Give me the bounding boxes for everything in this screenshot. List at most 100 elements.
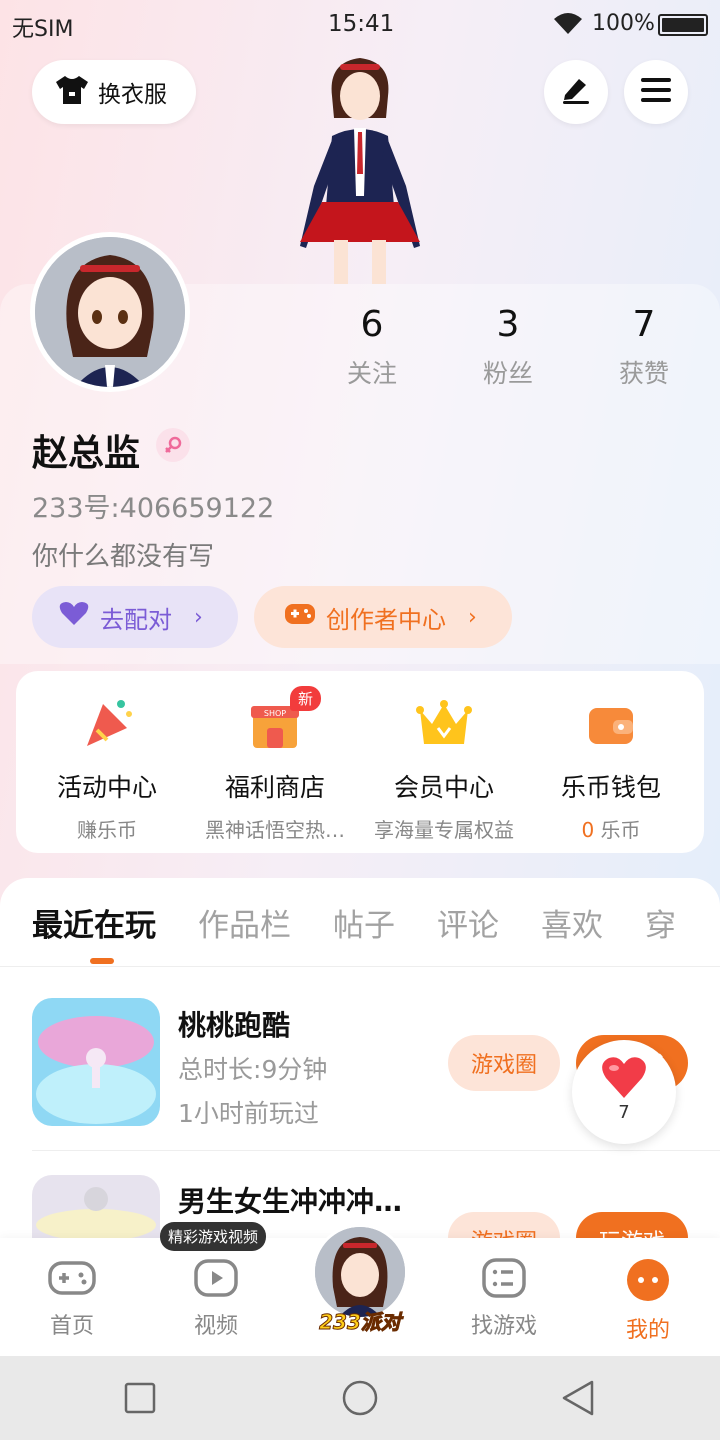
nav-label: 视频 (193, 1314, 238, 1339)
clock: 15:41 (328, 11, 395, 37)
party-icon (22, 690, 192, 754)
back-icon[interactable] (560, 1380, 596, 1420)
crown-icon (359, 690, 529, 754)
tab-posts[interactable]: 帖子 (333, 900, 395, 945)
duration-value: 9分钟 (261, 1055, 328, 1084)
service-subtitle: 0 乐币 (526, 814, 696, 843)
service-subtitle: 黑神话悟空热… (205, 818, 345, 842)
tab-works[interactable]: 作品栏 (198, 900, 291, 945)
female-icon (156, 428, 190, 462)
uid-label: 233号: (32, 493, 120, 524)
user-bio: 你什么都没有写 (32, 542, 215, 572)
gamepad-icon (284, 601, 316, 633)
chevron-right-icon: › (194, 604, 203, 630)
shop-icon: SHOP 新 (190, 686, 360, 754)
service-coin-wallet[interactable]: 乐币钱包 0 乐币 (526, 690, 696, 843)
menu-icon (640, 76, 672, 108)
divider (0, 966, 720, 967)
play-game-label: 玩游戏 (599, 1224, 665, 1238)
video-icon (166, 1258, 266, 1302)
me-icon (598, 1258, 698, 1306)
like-count: 7 (618, 1102, 630, 1123)
creator-center-label: 创作者中心 (326, 605, 446, 634)
carrier-label: 无SIM (12, 17, 74, 42)
likes-label: 获赞 (618, 359, 669, 388)
nav-find-games[interactable]: 找游戏 (454, 1258, 554, 1340)
avatar[interactable] (30, 232, 190, 392)
tab-outfits[interactable]: 穿 (645, 900, 676, 945)
change-outfit-button[interactable]: 换衣服 (32, 60, 196, 124)
game-duration: 总时长:9分钟 (178, 1050, 327, 1086)
battery-percent: 100% (592, 11, 655, 36)
edit-button[interactable] (544, 60, 608, 124)
edit-icon (559, 75, 593, 109)
wifi-icon (552, 10, 584, 42)
fans-label: 粉丝 (482, 359, 533, 388)
svg-text:SHOP: SHOP (264, 709, 286, 718)
tshirt-icon (54, 74, 90, 110)
chevron-right-icon: › (468, 604, 477, 630)
party-logo-label[interactable]: 233派对 (312, 1306, 408, 1335)
coin-balance: 0 (581, 818, 595, 842)
match-label: 去配对 (100, 605, 172, 634)
game-thumbnail[interactable] (32, 1175, 160, 1238)
nav-label: 首页 (49, 1314, 94, 1339)
creator-center-button[interactable]: 创作者中心 › (254, 586, 512, 648)
change-outfit-label: 换衣服 (98, 82, 167, 108)
stat-following[interactable]: 6 关注 (304, 304, 440, 390)
game-last-played: 1小时前玩过 (178, 1099, 319, 1128)
nav-label: 找游戏 (470, 1314, 537, 1339)
service-activity-center[interactable]: 活动中心 赚乐币 (22, 690, 192, 843)
game-title[interactable]: 男生女生冲冲冲… (178, 1180, 402, 1220)
wallet-icon (526, 690, 696, 754)
system-nav-bar (0, 1356, 720, 1440)
list-icon (454, 1258, 554, 1302)
nav-home[interactable]: 首页 (22, 1258, 122, 1340)
stat-likes[interactable]: 7 获赞 (576, 304, 712, 390)
avatar-character-figure[interactable] (270, 56, 450, 284)
match-button[interactable]: 去配对 › (32, 586, 238, 648)
user-id: 233号:406659122 (32, 486, 274, 525)
divider (32, 1150, 720, 1151)
tab-comments[interactable]: 评论 (437, 900, 499, 945)
service-title: 活动中心 (56, 773, 157, 802)
coin-unit: 乐币 (600, 818, 641, 842)
menu-button[interactable] (624, 60, 688, 124)
home-icon[interactable] (342, 1380, 378, 1420)
game-thumbnail[interactable] (32, 998, 160, 1126)
gamepad-icon (22, 1258, 122, 1302)
nav-label: 我的 (625, 1318, 670, 1343)
likes-count: 7 (632, 304, 656, 345)
nav-video[interactable]: 视频 (166, 1258, 266, 1340)
game-circle-label: 游戏圈 (471, 1224, 537, 1238)
nav-me[interactable]: 我的 (598, 1258, 698, 1344)
service-member-center[interactable]: 会员中心 享海量专属权益 (359, 690, 529, 843)
tab-recently-played[interactable]: 最近在玩 (32, 900, 156, 945)
uid-value: 406659122 (119, 493, 275, 524)
status-bar: 无SIM 15:41 100% (0, 0, 720, 50)
service-subtitle: 享海量专属权益 (374, 818, 514, 842)
service-welfare-shop[interactable]: SHOP 新 福利商店 黑神话悟空热… (190, 686, 360, 843)
battery-icon (658, 14, 708, 36)
service-title: 福利商店 (224, 773, 325, 802)
service-title: 会员中心 (393, 773, 494, 802)
following-label: 关注 (346, 359, 397, 388)
new-badge: 新 (290, 686, 322, 711)
service-subtitle: 赚乐币 (77, 818, 137, 842)
tab-bar: 最近在玩 作品栏 帖子 评论 喜欢 穿 (32, 900, 718, 945)
game-circle-button[interactable]: 游戏圈 (448, 1212, 560, 1238)
following-count: 6 (360, 304, 384, 345)
like-floating-button[interactable]: 7 (572, 1040, 676, 1144)
username: 赵总监 (32, 433, 141, 474)
tab-likes[interactable]: 喜欢 (541, 900, 603, 945)
stat-fans[interactable]: 3 粉丝 (440, 304, 576, 390)
service-title: 乐币钱包 (560, 773, 661, 802)
game-circle-button[interactable]: 游戏圈 (448, 1035, 560, 1091)
video-tooltip: 精彩游戏视频 (160, 1222, 267, 1251)
recents-icon[interactable] (124, 1382, 156, 1418)
game-title[interactable]: 桃桃跑酷 (178, 1004, 290, 1044)
heart-icon (58, 601, 90, 633)
fans-count: 3 (496, 304, 520, 345)
active-tab-indicator (90, 958, 114, 964)
play-game-button[interactable]: 玩游戏 (576, 1212, 688, 1238)
